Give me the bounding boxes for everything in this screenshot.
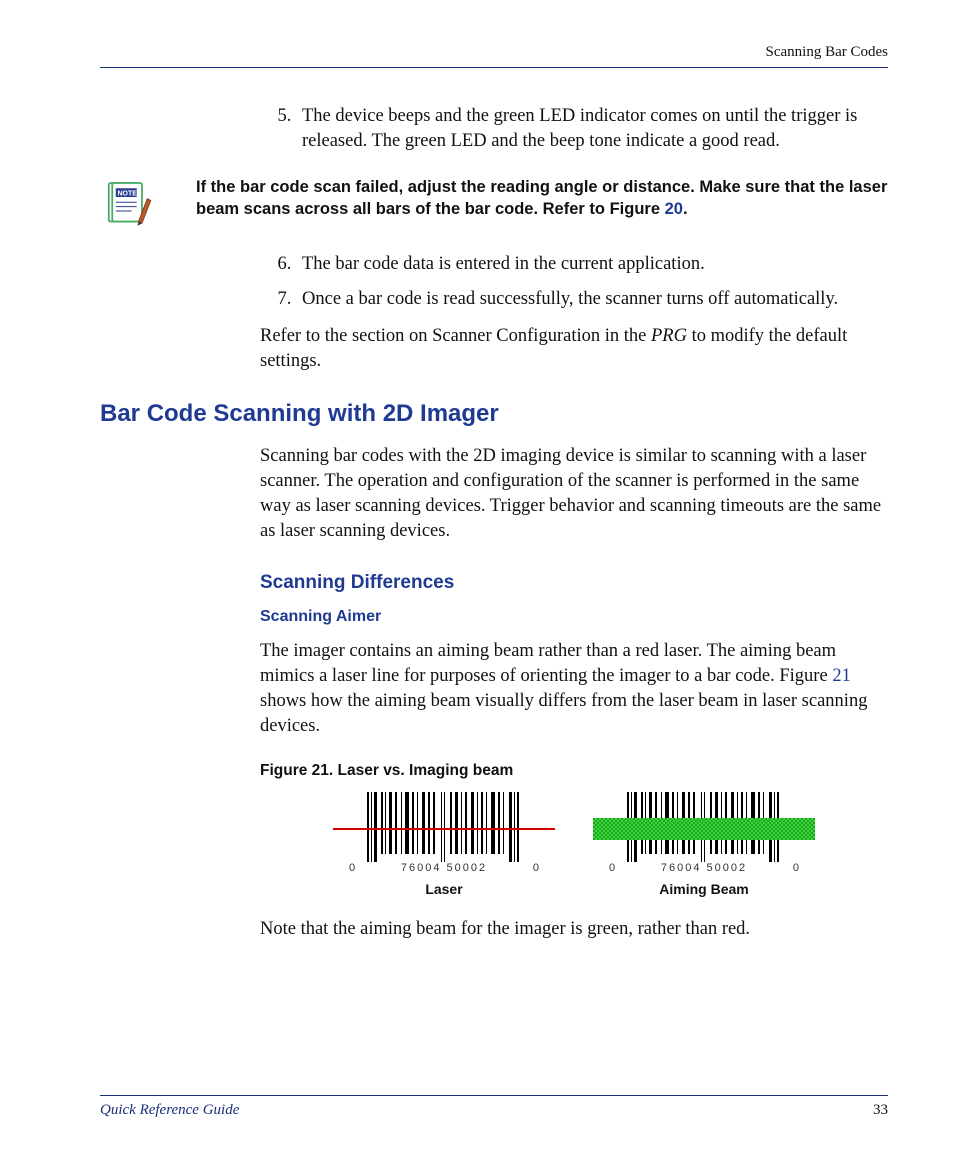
step-item: The device beeps and the green LED indic… bbox=[296, 104, 888, 154]
figure-caption: Figure 21. Laser vs. Imaging beam bbox=[260, 761, 888, 782]
barcode-digits: 0 76004 50002 0 bbox=[609, 863, 799, 874]
digit-mid: 76004 50002 bbox=[661, 863, 747, 874]
heading-bar-code-2d: Bar Code Scanning with 2D Imager bbox=[100, 398, 888, 430]
barcode-digits: 0 76004 50002 0 bbox=[349, 863, 539, 874]
h2-paragraph: Scanning bar codes with the 2D imaging d… bbox=[260, 444, 888, 544]
body-content: The device beeps and the green LED indic… bbox=[260, 104, 888, 942]
figure-row: 0 76004 50002 0 Laser bbox=[260, 792, 888, 899]
note-block: NOTE If the bar code scan failed, adjust… bbox=[100, 176, 888, 232]
page-number: 33 bbox=[873, 1102, 888, 1119]
refer-paragraph: Refer to the section on Scanner Configur… bbox=[260, 324, 888, 374]
note-icon: NOTE bbox=[100, 176, 156, 232]
steps-list-1: The device beeps and the green LED indic… bbox=[260, 104, 888, 154]
figure-label-aiming: Aiming Beam bbox=[659, 880, 748, 899]
closing-paragraph: Note that the aiming beam for the imager… bbox=[260, 917, 888, 942]
laser-line bbox=[333, 828, 555, 830]
refer-before: Refer to the section on Scanner Configur… bbox=[260, 326, 651, 346]
svg-text:NOTE: NOTE bbox=[118, 190, 138, 197]
aiming-beam bbox=[593, 818, 815, 840]
page-header: Scanning Bar Codes bbox=[100, 44, 888, 67]
barcode-laser: 0 76004 50002 0 bbox=[349, 792, 539, 874]
barcode-aiming: 0 76004 50002 0 bbox=[609, 792, 799, 874]
note-suffix: . bbox=[683, 200, 688, 218]
footer-rule bbox=[100, 1095, 888, 1096]
aimer-after: shows how the aiming beam visually diffe… bbox=[260, 691, 867, 736]
digit-left: 0 bbox=[609, 863, 615, 874]
note-text: If the bar code scan failed, adjust the … bbox=[196, 176, 888, 221]
note-prefix: If the bar code scan failed, adjust the … bbox=[196, 178, 887, 218]
step-item: The bar code data is entered in the curr… bbox=[296, 252, 888, 277]
step-item: Once a bar code is read successfully, th… bbox=[296, 287, 888, 312]
aimer-before: The imager contains an aiming beam rathe… bbox=[260, 641, 836, 686]
figure-label-laser: Laser bbox=[425, 880, 462, 899]
digit-left: 0 bbox=[349, 863, 355, 874]
heading-scanning-aimer: Scanning Aimer bbox=[260, 606, 888, 628]
header-right: Scanning Bar Codes bbox=[766, 44, 888, 61]
digit-right: 0 bbox=[793, 863, 799, 874]
aimer-paragraph: The imager contains an aiming beam rathe… bbox=[260, 639, 888, 739]
digit-mid: 76004 50002 bbox=[401, 863, 487, 874]
figure-aiming: 0 76004 50002 0 Aiming Beam bbox=[609, 792, 799, 899]
digit-right: 0 bbox=[533, 863, 539, 874]
page-footer: Quick Reference Guide 33 bbox=[100, 1095, 888, 1119]
steps-list-2: The bar code data is entered in the curr… bbox=[260, 252, 888, 312]
figure-laser: 0 76004 50002 0 Laser bbox=[349, 792, 539, 899]
header-rule bbox=[100, 67, 888, 68]
footer-left: Quick Reference Guide bbox=[100, 1102, 239, 1119]
note-figure-ref[interactable]: 20 bbox=[665, 200, 683, 218]
refer-italic: PRG bbox=[651, 326, 687, 346]
aimer-figure-ref[interactable]: 21 bbox=[832, 666, 851, 686]
heading-scanning-differences: Scanning Differences bbox=[260, 570, 888, 596]
